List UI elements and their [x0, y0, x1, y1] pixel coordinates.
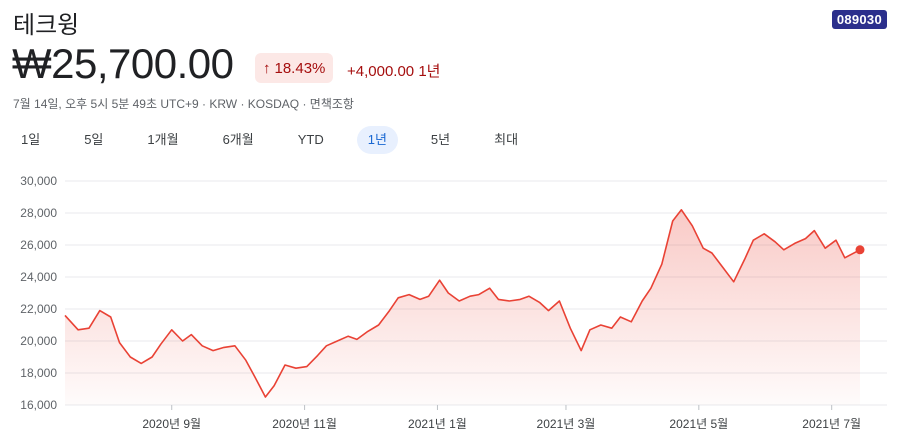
y-tick-label: 22,000 [20, 302, 57, 316]
x-tick-label: 2020년 11월 [272, 417, 337, 431]
y-tick-label: 18,000 [20, 366, 57, 380]
x-tick-label: 2021년 3월 [537, 417, 596, 431]
price-area-fill [65, 209, 860, 405]
y-tick-label: 28,000 [20, 206, 57, 220]
y-tick-label: 16,000 [20, 398, 57, 412]
y-tick-label: 26,000 [20, 238, 57, 252]
y-tick-label: 20,000 [20, 334, 57, 348]
y-tick-label: 24,000 [20, 270, 57, 284]
x-tick-label: 2021년 5월 [669, 417, 728, 431]
x-tick-label: 2021년 1월 [408, 417, 467, 431]
y-tick-label: 30,000 [20, 174, 57, 188]
price-chart[interactable]: 16,000 18,000 20,000 22,000 24,000 26,000 28,0… [0, 0, 897, 444]
x-tick-label: 2020년 9월 [142, 417, 201, 431]
x-tick-label: 2021년 7월 [802, 417, 861, 431]
last-price-point[interactable] [855, 245, 865, 255]
